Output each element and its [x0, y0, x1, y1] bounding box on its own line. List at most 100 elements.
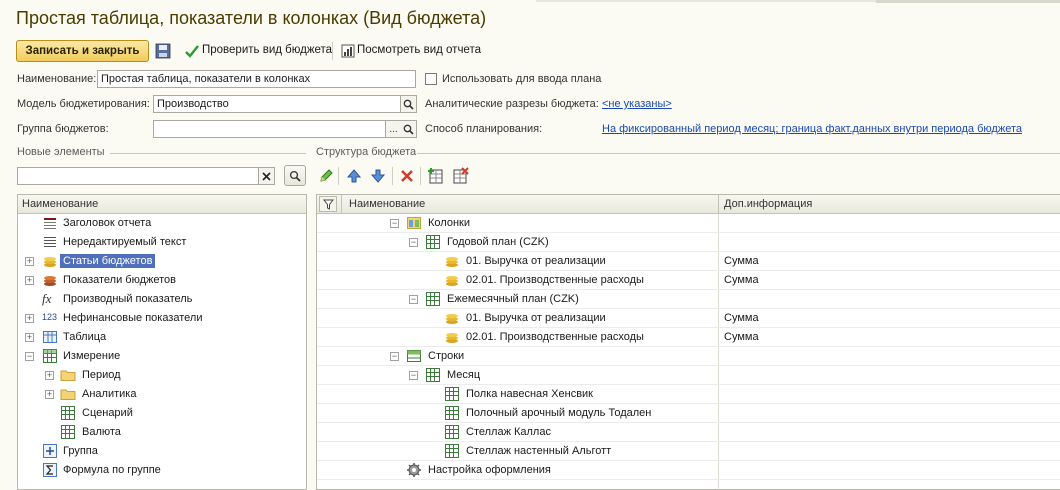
search-button[interactable]: [284, 165, 306, 186]
list-item[interactable]: Заголовок отчета: [18, 214, 306, 233]
list-item[interactable]: + Таблица: [18, 328, 306, 347]
collapse-icon[interactable]: −: [409, 295, 418, 304]
budget-structure-title: Структура бюджета: [316, 146, 417, 158]
list-item-label: Нередактируемый текст: [63, 236, 187, 248]
list-item-label: Показатели бюджетов: [63, 274, 176, 286]
list-item[interactable]: + Аналитика: [18, 385, 306, 404]
check-icon[interactable]: [184, 43, 200, 62]
edit-icon[interactable]: [318, 168, 334, 187]
sum-icon: [42, 462, 58, 478]
list-item[interactable]: Сценарий: [18, 404, 306, 423]
coins-red-icon: [42, 272, 58, 288]
table-row[interactable]: − Месяц: [317, 366, 1060, 385]
check-budget-view-button[interactable]: Проверить вид бюджета: [202, 44, 332, 56]
analytics-link[interactable]: <не указаны>: [602, 98, 672, 110]
table-row[interactable]: 02.01. Производственные расходы Сумма: [317, 328, 1060, 347]
list-item-label: Группа: [63, 445, 98, 457]
table-row[interactable]: − Ежемесячный план (CZK): [317, 290, 1060, 309]
rows-icon: [406, 348, 422, 364]
search-icon[interactable]: [401, 95, 417, 113]
table-row[interactable]: 01. Выручка от реализации Сумма: [317, 252, 1060, 271]
search-icon: [289, 170, 301, 182]
table-row[interactable]: − Колонки: [317, 214, 1060, 233]
collapse-icon[interactable]: −: [25, 352, 34, 361]
delete-icon[interactable]: [399, 168, 415, 187]
toolbar-divider: [392, 167, 393, 185]
list-item-label: Таблица: [63, 331, 107, 343]
planning-method-link[interactable]: На фиксированный период месяц; граница ф…: [602, 123, 1022, 135]
list-item[interactable]: + Период: [18, 366, 306, 385]
row-label: Полочный арочный модуль Тодален: [466, 407, 652, 419]
list-item[interactable]: + Показатели бюджетов: [18, 271, 306, 290]
move-up-icon[interactable]: [346, 168, 362, 187]
row-label: Настройка оформления: [428, 464, 551, 476]
table-row[interactable]: Настройка оформления: [317, 461, 1060, 480]
list-item[interactable]: fx Производный показатель: [18, 290, 306, 309]
table-row[interactable]: Полочный арочный модуль Тодален: [317, 404, 1060, 423]
collapse-icon[interactable]: −: [409, 371, 418, 380]
list-item-label: Производный показатель: [63, 293, 193, 305]
model-label: Модель бюджетирования:: [17, 98, 150, 110]
search-icon[interactable]: [401, 120, 417, 138]
table-row[interactable]: Стеллаж Каллас: [317, 423, 1060, 442]
expand-icon[interactable]: +: [45, 371, 54, 380]
list-item[interactable]: + Статьи бюджетов: [18, 252, 306, 271]
budget-structure-tree[interactable]: Наименование Доп.информация − Колонки − …: [316, 194, 1060, 490]
columns-icon: [406, 215, 422, 231]
view-report-button[interactable]: Посмотреть вид отчета: [357, 44, 481, 56]
expand-icon[interactable]: +: [25, 257, 34, 266]
row-info: Сумма: [724, 255, 759, 267]
delete-row-icon[interactable]: [451, 167, 469, 188]
list-item[interactable]: Группа: [18, 442, 306, 461]
group-field[interactable]: [153, 120, 386, 138]
filter-icon[interactable]: [319, 196, 337, 212]
list-item[interactable]: − Измерение: [18, 347, 306, 366]
dimension-icon: [42, 348, 58, 364]
column-header-name[interactable]: Наименование: [349, 198, 425, 210]
collapse-icon[interactable]: −: [409, 238, 418, 247]
dimension-icon: [444, 443, 460, 459]
report-icon[interactable]: [340, 43, 356, 62]
row-label: Строки: [428, 350, 465, 362]
save-and-close-button[interactable]: Записать и закрыть: [16, 40, 149, 62]
table-row[interactable]: − Годовой план (CZK): [317, 233, 1060, 252]
table-row[interactable]: Стеллаж настенный Альготт: [317, 442, 1060, 461]
list-item[interactable]: Нередактируемый текст: [18, 233, 306, 252]
use-for-plan-checkbox[interactable]: [425, 73, 437, 85]
window-title: Простая таблица, показатели в колонках (…: [16, 8, 487, 28]
list-item[interactable]: Валюта: [18, 423, 306, 442]
new-elements-tree[interactable]: Наименование Заголовок отчета Нередактир…: [17, 194, 307, 490]
collapse-icon[interactable]: −: [390, 352, 399, 361]
table-row[interactable]: 02.01. Производственные расходы Сумма: [317, 271, 1060, 290]
use-for-plan-label: Использовать для ввода плана: [442, 73, 602, 85]
name-field[interactable]: Простая таблица, показатели в колонках: [97, 70, 416, 88]
table-row[interactable]: − Строки: [317, 347, 1060, 366]
group-label: Группа бюджетов:: [17, 123, 109, 135]
row-label: Стеллаж настенный Альготт: [466, 445, 612, 457]
list-item-label: Статьи бюджетов: [60, 254, 156, 268]
gear-icon: [406, 462, 422, 478]
move-down-icon[interactable]: [370, 168, 386, 187]
elements-search-input[interactable]: [17, 167, 259, 185]
list-item[interactable]: + 123 Нефинансовые показатели: [18, 309, 306, 328]
save-icon[interactable]: [155, 43, 171, 62]
collapse-icon[interactable]: −: [390, 219, 399, 228]
expand-icon[interactable]: +: [25, 276, 34, 285]
dimension-icon: [444, 424, 460, 440]
group-divider: [417, 153, 1060, 154]
column-header-info[interactable]: Доп.информация: [724, 198, 812, 210]
column-header-name[interactable]: Наименование: [18, 195, 306, 214]
row-label: Полка навесная Хенсвик: [466, 388, 593, 400]
clear-icon[interactable]: [259, 167, 275, 185]
header-icon: [42, 215, 58, 231]
expand-icon[interactable]: +: [25, 314, 34, 323]
expand-icon[interactable]: +: [25, 333, 34, 342]
model-field[interactable]: Производство: [153, 95, 401, 113]
dimension-icon: [444, 405, 460, 421]
table-row[interactable]: Полка навесная Хенсвик: [317, 385, 1060, 404]
ellipsis-icon[interactable]: ...: [386, 120, 402, 138]
expand-icon[interactable]: +: [45, 390, 54, 399]
table-row[interactable]: 01. Выручка от реализации Сумма: [317, 309, 1060, 328]
list-item[interactable]: Формула по группе: [18, 461, 306, 480]
add-row-icon[interactable]: [427, 167, 445, 188]
